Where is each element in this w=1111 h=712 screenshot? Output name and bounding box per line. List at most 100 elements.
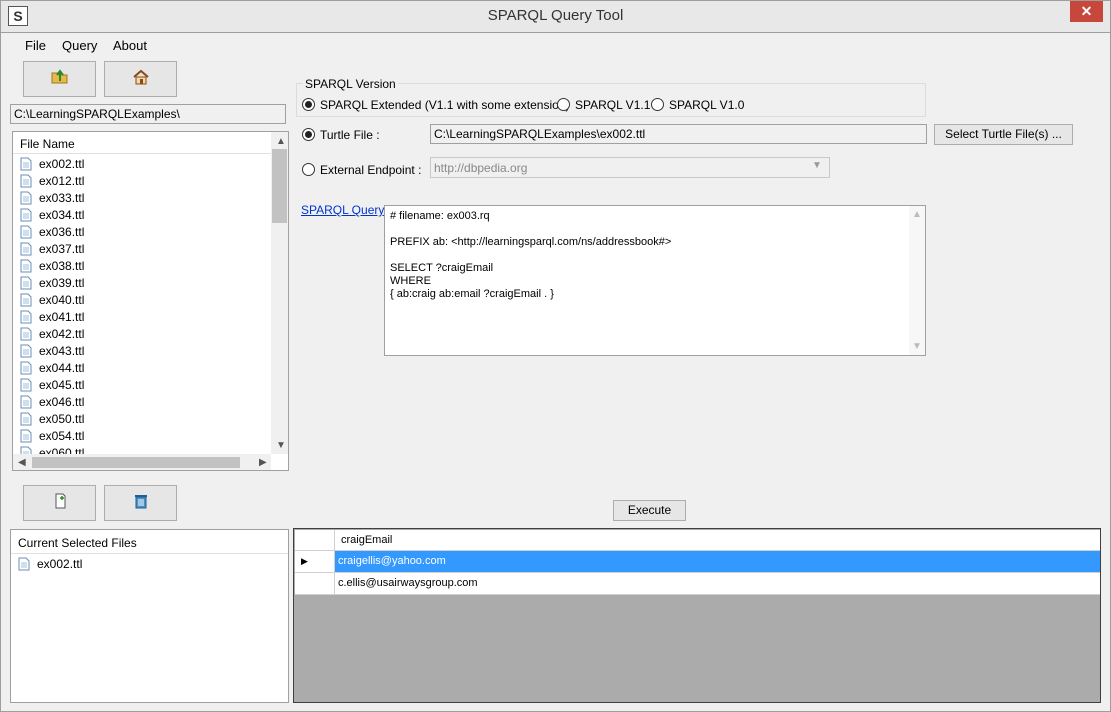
horizontal-scroll-thumb[interactable] [32,457,240,468]
document-icon [20,157,32,171]
window-title: SPARQL Query Tool [487,7,624,24]
radio-sparql-v11[interactable] [557,98,570,111]
document-icon [20,191,32,205]
row-header[interactable] [295,573,335,595]
file-list-header: File Name [13,132,271,154]
document-icon [20,344,32,358]
file-list-item[interactable]: ex012.ttl [20,173,84,190]
document-icon [20,293,32,307]
radio-turtle-file[interactable] [302,128,315,141]
file-name: ex036.ttl [39,225,85,239]
current-files-header: Current Selected Files [18,536,137,550]
file-list-item[interactable]: ex033.ttl [20,190,84,207]
file-list-item[interactable]: ex045.ttl [20,377,84,394]
document-icon [20,395,32,409]
scroll-down-icon[interactable]: ▼ [276,440,286,451]
file-name: ex034.ttl [39,208,85,222]
file-name: ex037.ttl [39,242,85,256]
document-icon [20,310,32,324]
file-list-item[interactable]: ex043.ttl [20,343,84,360]
file-name: ex042.ttl [39,327,85,341]
file-list-item[interactable]: ex046.ttl [20,394,84,411]
endpoint-select[interactable]: http://dbpedia.org [430,157,830,178]
result-cell[interactable]: craigellis@yahoo.com [335,551,1100,573]
execute-button[interactable]: Execute [613,500,686,521]
row-header[interactable]: ▶ [295,551,335,573]
chevron-down-icon[interactable]: ▼ [812,160,822,171]
file-name: ex046.ttl [39,395,85,409]
query-editor[interactable]: # filename: ex003.rq PREFIX ab: <http://l… [384,205,926,356]
document-icon [20,242,32,256]
document-icon [18,557,30,571]
folder-up-icon [51,69,67,84]
home-button[interactable] [104,61,177,97]
file-name: ex012.ttl [39,174,85,188]
file-list-item[interactable]: ex054.ttl [20,428,84,445]
query-line: WHERE [390,275,431,287]
add-file-button[interactable] [23,485,96,521]
document-icon [20,327,32,341]
file-list-item[interactable]: ex034.ttl [20,207,84,224]
external-endpoint-label[interactable]: External Endpoint : [320,163,421,177]
file-list[interactable]: File Name ex002.ttl ex012.ttl ex033.ttl ex0… [12,131,289,471]
document-icon [20,259,32,273]
query-line: # filename: ex003.rq [390,210,490,222]
file-list-item[interactable]: ex041.ttl [20,309,84,326]
file-list-item[interactable]: ex040.ttl [20,292,84,309]
document-icon [20,174,32,188]
file-list-item[interactable]: ex037.ttl [20,241,84,258]
query-scrollbar[interactable]: ▲ ▼ [909,206,925,355]
radio-sparql-v11-label[interactable]: SPARQL V1.1 [575,98,650,112]
file-list-item[interactable]: ex002.ttl [20,156,84,173]
menu-about[interactable]: About [113,38,147,53]
radio-sparql-v10[interactable] [651,98,664,111]
file-name: ex045.ttl [39,378,85,392]
document-icon [20,225,32,239]
add-file-icon [55,493,65,509]
current-file-item[interactable]: ex002.ttl [18,556,82,573]
file-name: ex040.ttl [39,293,85,307]
scroll-up-icon[interactable]: ▲ [912,209,922,220]
turtle-file-input[interactable]: C:\LearningSPARQLExamples\ex002.ttl [430,124,927,144]
file-name: ex002.ttl [37,557,83,571]
file-name: ex043.ttl [39,344,85,358]
radio-external-endpoint[interactable] [302,163,315,176]
open-folder-button[interactable] [23,61,96,97]
sparql-version-legend: SPARQL Version [303,77,398,91]
scroll-down-icon[interactable]: ▼ [912,341,922,352]
file-list-item[interactable]: ex042.ttl [20,326,84,343]
scroll-right-icon[interactable]: ▶ [259,457,267,468]
current-selected-files[interactable]: Current Selected Files ex002.ttl [10,529,289,703]
scroll-left-icon[interactable]: ◀ [18,457,26,468]
results-grid[interactable]: craigEmail ▶ craigellis@yahoo.com c.ellis@… [293,528,1101,703]
vertical-scroll-thumb[interactable] [272,149,287,223]
menu-query[interactable]: Query [62,38,97,53]
radio-sparql-extended-label[interactable]: SPARQL Extended (V1.1 with some extensio… [320,98,569,112]
file-name: ex033.ttl [39,191,85,205]
column-header[interactable]: craigEmail [335,530,1100,551]
query-line: SELECT ?craigEmail [390,262,494,274]
file-list-item[interactable]: ex050.ttl [20,411,84,428]
file-list-item[interactable]: ex038.ttl [20,258,84,275]
close-button[interactable]: ✕ [1070,1,1103,22]
turtle-file-label[interactable]: Turtle File : [320,128,380,142]
file-list-item[interactable]: ex039.ttl [20,275,84,292]
select-turtle-files-button[interactable]: Select Turtle File(s) ... [934,124,1073,145]
query-line: { ab:craig ab:email ?craigEmail . } [390,288,554,300]
radio-sparql-extended[interactable] [302,98,315,111]
trash-icon [134,495,147,509]
document-icon [20,429,32,443]
folder-path-field[interactable]: C:\LearningSPARQLExamples\ [10,104,286,124]
menu-file[interactable]: File [25,38,46,53]
scroll-up-icon[interactable]: ▲ [276,136,286,147]
file-name: ex054.ttl [39,429,85,443]
delete-button[interactable] [104,485,177,521]
file-list-item[interactable]: ex044.ttl [20,360,84,377]
file-list-item[interactable]: ex036.ttl [20,224,84,241]
document-icon [20,208,32,222]
file-name: ex044.ttl [39,361,85,375]
file-name: ex039.ttl [39,276,85,290]
radio-sparql-v10-label[interactable]: SPARQL V1.0 [669,98,744,112]
result-cell[interactable]: c.ellis@usairwaysgroup.com [335,573,1100,595]
sparql-query-link[interactable]: SPARQL Query [301,203,384,217]
